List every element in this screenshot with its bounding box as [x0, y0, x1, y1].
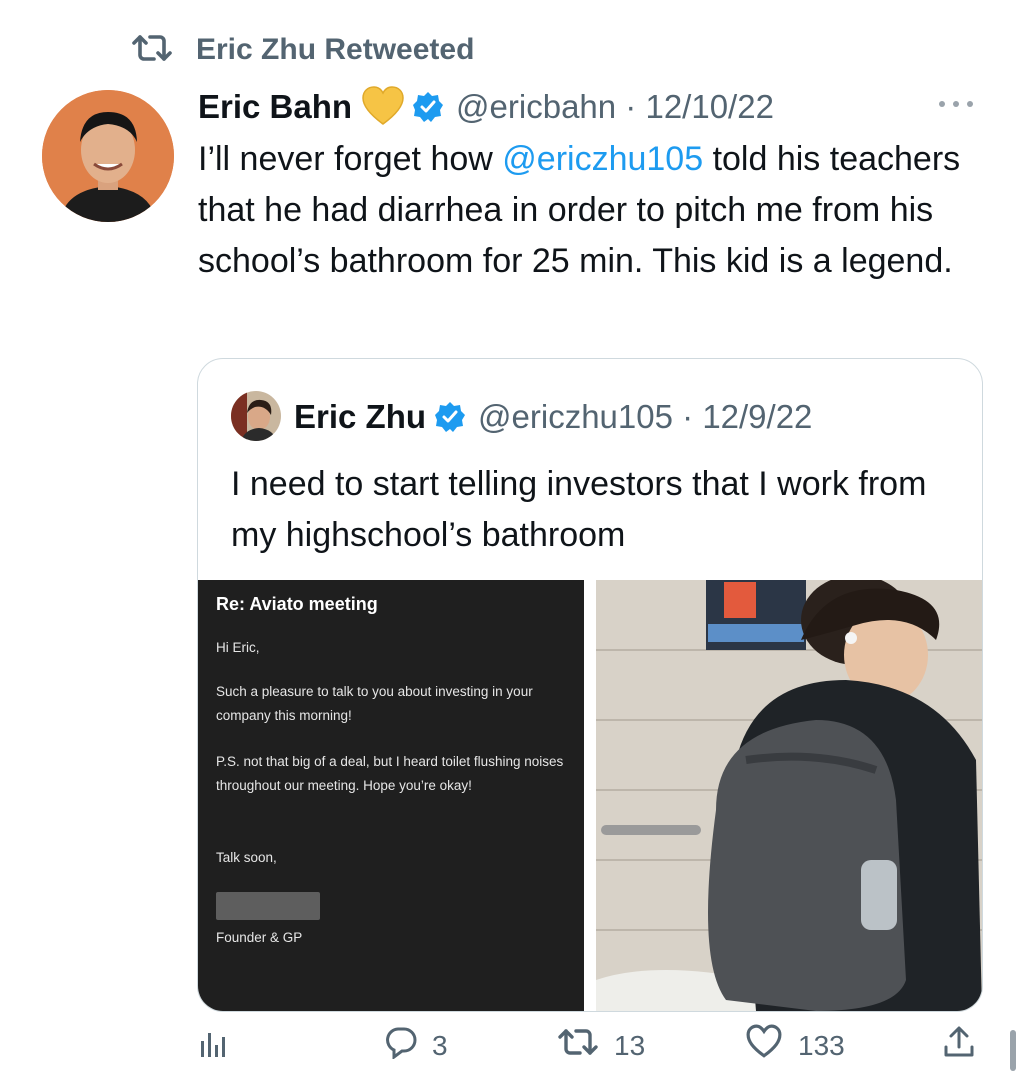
email-greeting: Hi Eric,: [216, 640, 260, 655]
email-body-1: Such a pleasure to talk to you about inv…: [216, 684, 533, 723]
bathroom-photo[interactable]: [596, 580, 982, 1011]
date-separator: ·: [672, 398, 703, 435]
like-count: 133: [798, 1029, 845, 1061]
tweet-header: Eric Bahn @ericbahn · 12/10/22: [198, 82, 774, 132]
email-closing: Talk soon,: [216, 850, 277, 865]
more-icon[interactable]: [934, 92, 978, 116]
quoted-tweet-text: I need to start telling investors that I…: [231, 465, 927, 554]
quoted-author-name[interactable]: Eric Zhu: [294, 398, 426, 436]
scrollbar-thumb[interactable]: [1010, 1030, 1016, 1071]
verified-badge-icon: [434, 401, 466, 433]
retweeted-by[interactable]: Eric Zhu Retweeted: [130, 30, 474, 70]
reply-count: 3: [432, 1029, 448, 1061]
analytics-icon: [196, 1025, 230, 1066]
email-subject: Re: Aviato meeting: [216, 594, 378, 614]
retweet-icon: [556, 1027, 600, 1064]
tweet-action-bar: 3 13 133: [0, 1020, 1024, 1071]
retweet-count: 13: [614, 1029, 646, 1061]
retweet-icon: [130, 33, 174, 68]
email-body-2: P.S. not that big of a deal, but I heard…: [216, 754, 564, 793]
redacted-signature: [216, 892, 320, 920]
tweet-date[interactable]: 12/10/22: [645, 88, 773, 125]
quoted-tweet[interactable]: Eric Zhu @ericzhu105 · 12/9/22 I need to…: [197, 358, 983, 1012]
email-screenshot-image[interactable]: Re: Aviato meeting Hi Eric, Such a pleas…: [198, 580, 584, 1011]
tweet-text: I’ll never forget how @ericzhu105 told h…: [198, 134, 988, 287]
email-signature-title: Founder & GP: [216, 930, 303, 945]
like-icon: [744, 1024, 784, 1067]
quoted-author-handle[interactable]: @ericzhu105: [478, 398, 673, 435]
author-name[interactable]: Eric Bahn: [198, 88, 352, 126]
quoted-author-avatar[interactable]: [231, 391, 281, 441]
analytics-button[interactable]: [196, 1020, 230, 1071]
reply-button[interactable]: 3: [384, 1020, 448, 1071]
yellow-heart-icon: [360, 84, 406, 130]
author-avatar[interactable]: [42, 90, 174, 222]
mention-link[interactable]: @ericzhu105: [502, 140, 703, 178]
reply-icon: [384, 1025, 418, 1066]
tweet-text-part: I’ll never forget how: [198, 140, 503, 178]
retweet-button[interactable]: 13: [556, 1020, 645, 1071]
date-separator: ·: [616, 88, 646, 125]
quoted-tweet-header: Eric Zhu @ericzhu105 · 12/9/22: [294, 393, 812, 441]
like-button[interactable]: 133: [744, 1020, 845, 1071]
retweeted-label: Eric Zhu Retweeted: [196, 33, 475, 66]
share-button[interactable]: [942, 1020, 976, 1071]
verified-badge-icon: [412, 91, 444, 123]
share-icon: [942, 1025, 976, 1066]
quoted-tweet-date[interactable]: 12/9/22: [702, 398, 812, 435]
author-handle[interactable]: @ericbahn: [456, 88, 616, 125]
